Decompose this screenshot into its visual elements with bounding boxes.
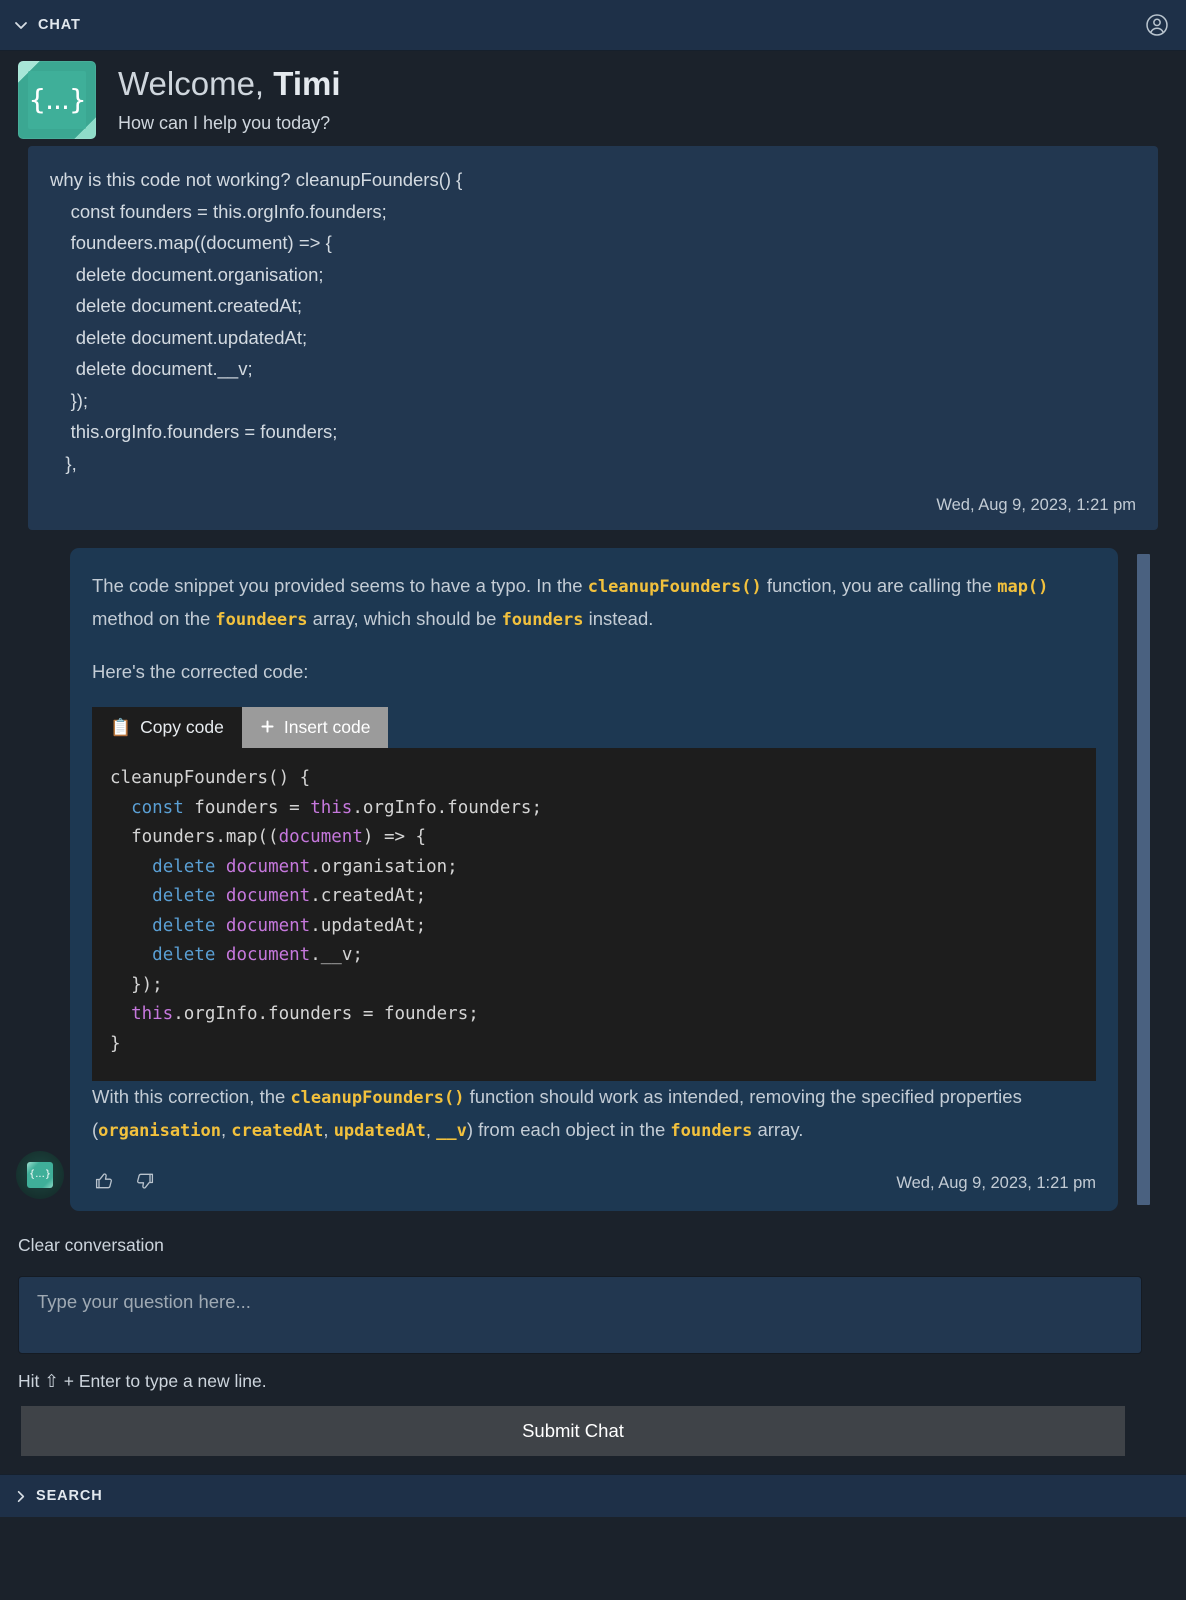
thumbs-down-icon[interactable]	[133, 1169, 157, 1197]
logo-glyph: {...}	[28, 86, 85, 114]
chat-footer: Clear conversation Hit ⇧ + Enter to type…	[0, 1211, 1186, 1456]
copy-code-label: Copy code	[140, 717, 224, 738]
welcome-prefix: Welcome,	[118, 65, 273, 102]
inline-code: foundeers	[215, 610, 307, 630]
assistant-paragraph-1: The code snippet you provided seems to h…	[92, 570, 1096, 636]
chat-panel: CHAT {...} Welcome, Timi How can I help …	[0, 0, 1186, 1600]
thumbs-up-icon[interactable]	[92, 1169, 116, 1197]
inline-code: __v	[436, 1121, 467, 1141]
inline-code: createdAt	[231, 1121, 323, 1141]
inline-code: updatedAt	[334, 1121, 426, 1141]
submit-chat-button[interactable]: Submit Chat	[21, 1406, 1125, 1456]
insert-code-button[interactable]: Insert code	[242, 707, 389, 748]
text-run: ,	[221, 1119, 231, 1140]
welcome-section: {...} Welcome, Timi How can I help you t…	[0, 51, 1186, 139]
clipboard-icon: 📋	[110, 719, 131, 736]
assistant-message: {...} The code snippet you provided seem…	[0, 548, 1186, 1211]
chevron-right-icon[interactable]	[10, 1489, 30, 1504]
inline-code: founders	[670, 1121, 752, 1141]
feedback-row: Wed, Aug 9, 2023, 1:21 pm	[92, 1169, 1096, 1197]
search-panel-header[interactable]: SEARCH	[0, 1474, 1186, 1517]
plus-icon	[260, 719, 275, 737]
account-circle-icon[interactable]	[1142, 10, 1172, 40]
conversation: why is this code not working? cleanupFou…	[0, 139, 1186, 1211]
newline-hint: Hit ⇧ + Enter to type a new line.	[18, 1354, 1168, 1406]
copy-code-button[interactable]: 📋 Copy code	[92, 707, 242, 748]
inline-code: cleanupFounders()	[588, 577, 762, 597]
code-block-content: cleanupFounders() { const founders = thi…	[110, 764, 1078, 1059]
clear-conversation-button[interactable]: Clear conversation	[18, 1211, 1168, 1276]
text-run: instead.	[583, 608, 653, 629]
assistant-bubble: The code snippet you provided seems to h…	[70, 548, 1118, 1211]
assistant-avatar-glyph: {...}	[27, 1162, 53, 1188]
user-message-timestamp: Wed, Aug 9, 2023, 1:21 pm	[50, 479, 1136, 520]
text-run: ) from each object in the	[467, 1119, 671, 1140]
chat-panel-title: CHAT	[38, 17, 81, 33]
app-logo: {...}	[18, 61, 96, 139]
text-run: ,	[426, 1119, 436, 1140]
text-run: method on the	[92, 608, 215, 629]
inline-code: founders	[502, 610, 584, 630]
user-message: why is this code not working? cleanupFou…	[28, 146, 1158, 530]
welcome-text: Welcome, Timi How can I help you today?	[118, 61, 341, 134]
assistant-paragraph-3: With this correction, the cleanupFounder…	[92, 1081, 1096, 1147]
search-panel-title: SEARCH	[36, 1488, 103, 1504]
code-block-toolbar: 📋 Copy code Insert code	[92, 707, 1096, 748]
text-run: With this correction, the	[92, 1086, 290, 1107]
text-run: ,	[323, 1119, 333, 1140]
welcome-subtitle: How can I help you today?	[118, 113, 341, 134]
assistant-message-timestamp: Wed, Aug 9, 2023, 1:21 pm	[896, 1174, 1096, 1193]
insert-code-label: Insert code	[284, 717, 371, 738]
welcome-heading: Welcome, Timi	[118, 65, 341, 103]
inline-code: organisation	[98, 1121, 221, 1141]
user-message-text: why is this code not working? cleanupFou…	[50, 164, 1136, 479]
inline-code: map()	[997, 577, 1048, 597]
inline-code: cleanupFounders()	[290, 1088, 464, 1108]
code-block: 📋 Copy code Insert code	[92, 707, 1096, 1081]
assistant-avatar: {...}	[16, 1151, 64, 1199]
assistant-paragraph-2: Here's the corrected code:	[92, 656, 1096, 687]
text-run: The code snippet you provided seems to h…	[92, 575, 588, 596]
conversation-scrollbar[interactable]	[1137, 554, 1150, 1205]
text-run: function, you are calling the	[762, 575, 998, 596]
text-run: array.	[752, 1119, 803, 1140]
chat-panel-header[interactable]: CHAT	[0, 0, 1186, 51]
text-run: array, which should be	[308, 608, 502, 629]
chevron-down-icon[interactable]	[10, 14, 32, 36]
code-block-body[interactable]: cleanupFounders() { const founders = thi…	[92, 748, 1096, 1081]
question-input[interactable]	[18, 1276, 1142, 1354]
welcome-username: Timi	[273, 65, 340, 102]
